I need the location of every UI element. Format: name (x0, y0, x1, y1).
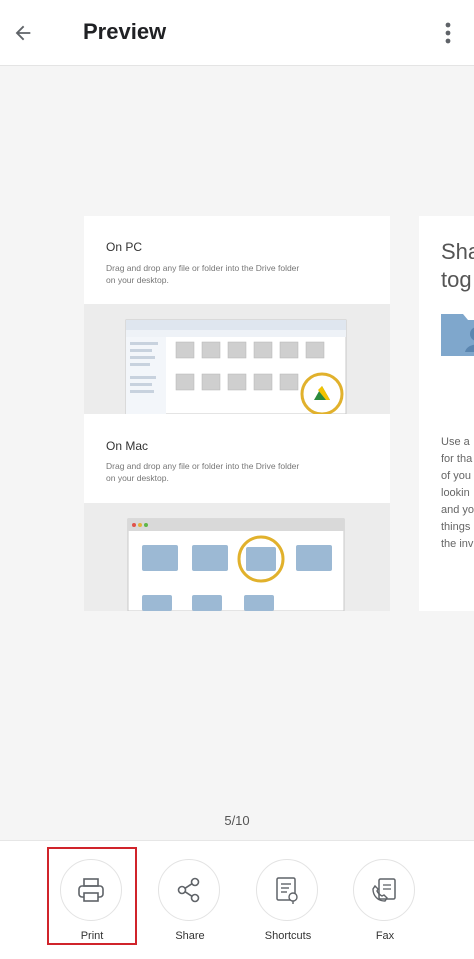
mac-section-description: Drag and drop any file or folder into th… (106, 461, 300, 483)
fax-icon (372, 878, 396, 902)
top-app-bar: Preview (0, 0, 474, 66)
document-page: On PC Drag and drop any file or folder i… (84, 216, 390, 611)
pc-section-title: On PC (106, 240, 143, 254)
shared-folder-icon (441, 314, 474, 356)
pc-section-description: Drag and drop any file or folder into th… (106, 263, 300, 285)
next-page-body-line: the inv (441, 538, 474, 550)
next-page-body-line: for tha (441, 453, 473, 465)
next-page-body: Use a for tha of you lookin and yo thing… (441, 434, 474, 553)
next-page-body-line: Use a (441, 436, 470, 448)
next-page-heading: Sha tog (441, 238, 474, 294)
next-page-body-line: lookin (441, 487, 470, 499)
next-page-heading-line: Sha (441, 239, 474, 264)
page-counter: 5/10 (224, 813, 250, 828)
back-button[interactable] (8, 14, 38, 52)
share-label: Share (175, 930, 205, 942)
page-title: Preview (83, 19, 167, 44)
shortcuts-circle[interactable] (256, 859, 318, 921)
next-page-heading-line: tog (441, 267, 472, 292)
mac-screenshot-image (84, 503, 390, 611)
fax-label: Fax (375, 930, 395, 942)
shortcuts-icon (276, 877, 298, 904)
back-arrow-icon (15, 25, 31, 41)
share-button[interactable]: Share (150, 857, 230, 959)
share-icon (177, 877, 200, 903)
pc-screenshot-image (84, 304, 390, 414)
shortcuts-button[interactable]: Shortcuts (248, 857, 328, 959)
more-options-button[interactable] (436, 14, 460, 52)
print-highlight-box (47, 847, 137, 945)
shortcuts-label: Shortcuts (264, 930, 312, 942)
document-preview-area[interactable]: On PC Drag and drop any file or folder i… (0, 66, 474, 840)
next-page-body-line: and yo (441, 504, 474, 516)
share-circle[interactable] (158, 859, 220, 921)
next-page-preview: Sha tog Use a for tha of you lookin and … (419, 216, 474, 611)
fax-circle[interactable] (353, 859, 415, 921)
fax-button[interactable]: Fax (345, 857, 425, 959)
more-vert-icon (445, 22, 451, 44)
mac-section-title: On Mac (106, 439, 149, 453)
next-page-body-line: of you (441, 470, 471, 482)
next-page-body-line: things (441, 521, 471, 533)
